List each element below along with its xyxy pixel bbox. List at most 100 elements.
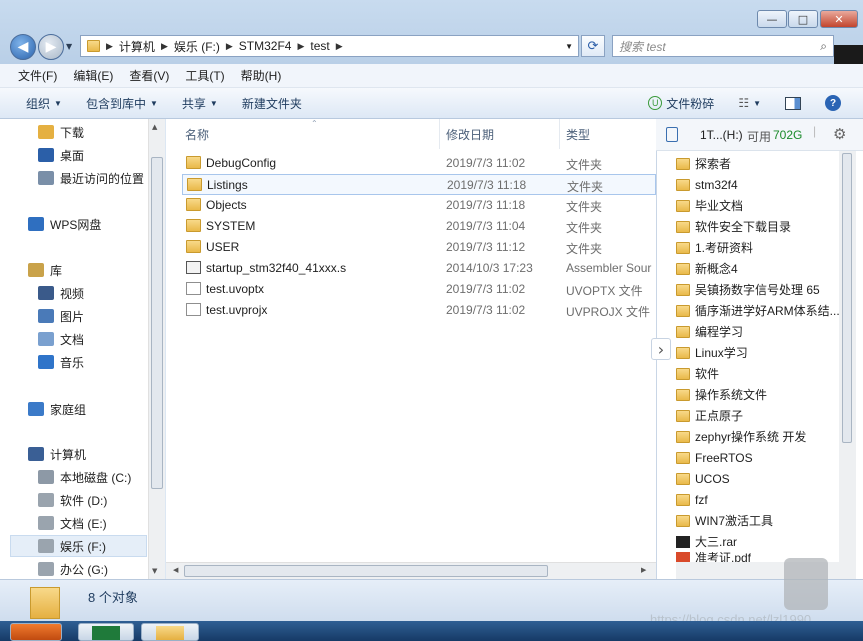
nav-item-10[interactable]: 计算机: [28, 444, 86, 464]
preview-pane-button[interactable]: [773, 96, 813, 110]
column-header-date[interactable]: 修改日期: [446, 126, 494, 143]
nav-item-5[interactable]: 视频: [38, 283, 84, 303]
view-options-button[interactable]: ☷ ▼: [726, 96, 773, 110]
breadcrumb-separator-icon[interactable]: ▶: [295, 41, 306, 52]
taskbar-explorer[interactable]: [141, 623, 199, 641]
breadcrumb-separator-icon[interactable]: ▶: [334, 41, 345, 52]
menu-file[interactable]: 文件(F): [10, 67, 65, 84]
right-pane-item[interactable]: stm32f4: [676, 174, 738, 195]
breadcrumb-separator-icon[interactable]: ▶: [104, 41, 115, 52]
file-type: 文件夹: [566, 221, 603, 235]
close-button[interactable]: ✕: [820, 10, 858, 28]
chevron-right-icon[interactable]: ›: [651, 338, 671, 360]
nav-item-8[interactable]: 音乐: [38, 352, 84, 372]
breadcrumb-separator-icon[interactable]: ▶: [224, 41, 235, 52]
search-input[interactable]: 搜索 test ⌕: [612, 35, 834, 57]
file-row[interactable]: SYSTEM 2019/7/3 11:04 文件夹: [182, 216, 656, 237]
file-row[interactable]: test.uvprojx 2019/7/3 11:02 UVPROJX 文件: [182, 300, 656, 321]
nav-item-0[interactable]: 下载: [38, 122, 84, 142]
nav-item-6[interactable]: 图片: [38, 306, 84, 326]
right-pane-drive[interactable]: 1T...(H:): [700, 128, 743, 142]
breadcrumb-stm32f4[interactable]: STM32F4: [235, 39, 296, 53]
scroll-right-icon[interactable]: ▶: [641, 566, 646, 574]
nav-item-13[interactable]: 文档 (E:): [38, 513, 107, 533]
file-shredder-button[interactable]: U 文件粉碎: [636, 95, 726, 112]
right-pane-item[interactable]: 探索者: [676, 153, 731, 174]
organize-button[interactable]: 组织 ▼: [0, 95, 74, 112]
breadcrumb-separator-icon[interactable]: ▶: [159, 41, 170, 52]
share-label: 共享: [181, 96, 206, 111]
scroll-up-icon[interactable]: ▲: [152, 123, 157, 131]
file-row[interactable]: startup_stm32f40_41xxx.s 2014/10/3 17:23 A…: [182, 258, 656, 279]
gear-icon[interactable]: ⚙: [833, 125, 846, 143]
menu-view[interactable]: 查看(V): [121, 67, 177, 84]
right-pane-item[interactable]: 软件: [676, 363, 719, 384]
folder-icon: [187, 178, 202, 191]
refresh-button[interactable]: ⟳: [581, 35, 605, 57]
right-pane-item[interactable]: 循序渐进学好ARM体系结...: [676, 300, 840, 321]
right-pane-item[interactable]: FreeRTOS: [676, 447, 753, 468]
file-row[interactable]: test.uvoptx 2019/7/3 11:02 UVOPTX 文件: [182, 279, 656, 300]
column-header-name[interactable]: 名称: [185, 126, 209, 143]
nav-item-11[interactable]: 本地磁盘 (C:): [38, 467, 131, 487]
nav-item-12[interactable]: 软件 (D:): [38, 490, 107, 510]
taskbar-app-2[interactable]: [78, 623, 134, 641]
share-button[interactable]: 共享 ▼: [170, 95, 230, 112]
menu-edit[interactable]: 编辑(E): [65, 67, 121, 84]
right-pane-item[interactable]: 新概念4: [676, 258, 738, 279]
nav-item-15[interactable]: 办公 (G:): [38, 559, 108, 579]
right-pane-item[interactable]: 操作系统文件: [676, 384, 767, 405]
right-pane-item[interactable]: zephyr操作系统 开发: [676, 426, 806, 447]
file-row[interactable]: USER 2019/7/3 11:12 文件夹: [182, 237, 656, 258]
column-header-type[interactable]: 类型: [566, 126, 590, 143]
horizontal-scrollbar[interactable]: ◀ ▶: [166, 562, 656, 579]
file-row[interactable]: DebugConfig 2019/7/3 11:02 文件夹: [182, 153, 656, 174]
breadcrumb-computer[interactable]: 计算机: [115, 38, 159, 55]
nav-item-4[interactable]: 库: [28, 260, 62, 280]
address-bar[interactable]: ▶ 计算机 ▶ 娱乐 (F:) ▶ STM32F4 ▶ test ▶ ▼: [80, 35, 579, 57]
new-folder-button[interactable]: 新建文件夹: [230, 95, 314, 112]
right-pane-item[interactable]: Linux学习: [676, 342, 748, 363]
forward-button[interactable]: ▶: [38, 34, 64, 60]
right-pane-item[interactable]: WIN7激活工具: [676, 510, 773, 531]
right-pane-item[interactable]: UCOS: [676, 468, 730, 489]
right-pane-item[interactable]: 准考证.pdf: [676, 552, 751, 562]
scroll-down-icon[interactable]: ▼: [152, 567, 157, 575]
column-separator[interactable]: [559, 119, 560, 149]
breadcrumb-drive-f[interactable]: 娱乐 (F:): [170, 38, 224, 55]
breadcrumb-test[interactable]: test: [306, 39, 333, 53]
minimize-button[interactable]: —: [757, 10, 787, 28]
back-button[interactable]: ◀: [10, 34, 36, 60]
menu-help[interactable]: 帮助(H): [233, 67, 290, 84]
nav-item-7[interactable]: 文档: [38, 329, 84, 349]
file-row[interactable]: Listings 2019/7/3 11:18 文件夹: [182, 174, 656, 195]
right-pane-item[interactable]: fzf: [676, 489, 708, 510]
nav-scrollbar[interactable]: ▲ ▼: [148, 119, 165, 579]
horizontal-scroll-thumb[interactable]: [184, 565, 548, 577]
right-pane-item[interactable]: 毕业文档: [676, 195, 743, 216]
right-pane-scrollbar[interactable]: [839, 151, 856, 579]
help-button[interactable]: ?: [813, 95, 863, 111]
file-row[interactable]: Objects 2019/7/3 11:18 文件夹: [182, 195, 656, 216]
recent-pages-dropdown[interactable]: ▼: [66, 42, 72, 51]
right-pane-item[interactable]: 软件安全下载目录: [676, 216, 791, 237]
nav-item-2[interactable]: 最近访问的位置: [38, 168, 144, 188]
address-dropdown-icon[interactable]: ▼: [565, 42, 578, 51]
nav-scroll-thumb[interactable]: [151, 157, 163, 489]
menu-tools[interactable]: 工具(T): [177, 67, 232, 84]
right-pane-item[interactable]: 大三.rar: [676, 531, 737, 552]
right-pane-item[interactable]: 正点原子: [676, 405, 743, 426]
nav-item-3[interactable]: WPS网盘: [28, 214, 101, 234]
maximize-button[interactable]: □: [788, 10, 818, 28]
include-in-library-button[interactable]: 包含到库中 ▼: [74, 95, 170, 112]
nav-item-14[interactable]: 娱乐 (F:): [38, 536, 106, 556]
right-pane-item[interactable]: 1.考研资料: [676, 237, 753, 258]
right-scroll-thumb[interactable]: [842, 153, 852, 443]
nav-item-1[interactable]: 桌面: [38, 145, 84, 165]
column-separator[interactable]: [439, 119, 440, 149]
right-pane-item[interactable]: 编程学习: [676, 321, 743, 342]
nav-item-9[interactable]: 家庭组: [28, 399, 86, 419]
right-pane-item[interactable]: 吴镇扬数字信号处理 65: [676, 279, 820, 300]
scroll-left-icon[interactable]: ◀: [173, 566, 178, 574]
taskbar-app-1[interactable]: [10, 623, 62, 641]
